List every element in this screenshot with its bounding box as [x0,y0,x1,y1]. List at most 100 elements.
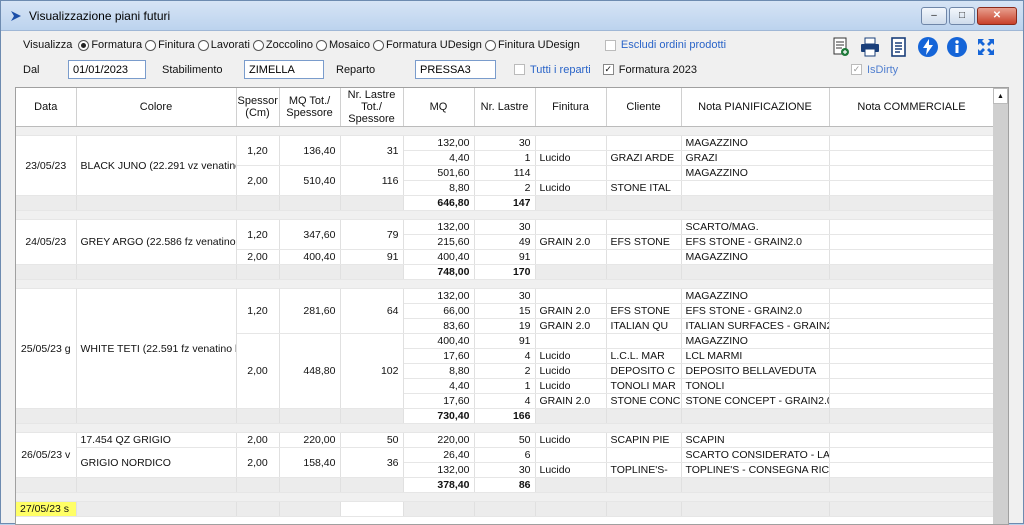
radio-dot[interactable] [145,39,157,51]
nr-tot-cell[interactable]: 91 [340,249,404,265]
mq-cell[interactable]: 4,40 [403,150,475,166]
mq-cell[interactable]: 17,60 [403,348,475,364]
grid-cell[interactable] [474,501,536,517]
finitura-cell[interactable] [535,333,607,349]
nr-lastre-cell[interactable]: 30 [474,288,536,304]
nr-tot-cell[interactable]: 36 [340,447,404,478]
nota-pianificazione-cell[interactable] [681,180,830,196]
date-cell[interactable]: 24/05/23 [16,219,77,265]
mq-tot-cell[interactable]: 400,40 [279,249,341,265]
radio-option-5[interactable]: Formatura UDesign [372,39,482,51]
finitura-cell[interactable] [535,135,607,151]
cliente-cell[interactable]: STONE CONC [606,393,682,409]
mq-cell[interactable]: 26,40 [403,447,475,463]
nota-pianificazione-cell[interactable]: GRAZI [681,150,830,166]
column-header[interactable]: Data [16,88,77,127]
column-header[interactable]: Nr. Lastre [474,88,536,127]
close-button[interactable]: ✕ [977,6,1017,25]
finitura-cell[interactable]: Lucido [535,462,607,478]
nota-commerciale-cell[interactable] [829,447,995,463]
mq-cell[interactable]: 400,40 [403,249,475,265]
finitura-cell[interactable]: GRAIN 2.0 [535,234,607,250]
mq-tot-cell[interactable]: 510,40 [279,165,341,196]
radio-dot[interactable] [197,39,209,51]
nota-commerciale-cell[interactable] [829,219,995,235]
nr-lastre-cell[interactable]: 91 [474,249,536,265]
nr-lastre-cell[interactable]: 2 [474,363,536,379]
mq-tot-cell[interactable]: 220,00 [279,432,341,448]
radio-option-1[interactable]: Finitura [145,39,195,51]
mq-cell[interactable]: 132,00 [403,135,475,151]
mq-tot-cell[interactable]: 158,40 [279,447,341,478]
table-row[interactable]: 27/05/23 s [16,501,995,517]
radio-option-2[interactable]: Lavorati [197,39,250,51]
nr-lastre-cell[interactable]: 4 [474,393,536,409]
finitura-cell[interactable] [535,288,607,304]
mq-tot-cell[interactable]: 347,60 [279,219,341,250]
nota-pianificazione-cell[interactable]: ITALIAN SURFACES - GRAIN2.0 [681,318,830,334]
column-header[interactable]: MQ [403,88,475,127]
column-header[interactable]: MQ Tot./ Spessore [279,88,341,127]
nr-tot-cell[interactable]: 102 [340,333,404,409]
isdirty-checkbox[interactable]: ✓ [851,64,862,75]
stabilimento-input[interactable] [244,60,324,79]
cliente-cell[interactable] [606,219,682,235]
nota-pianificazione-cell[interactable]: STONE CONCEPT - GRAIN2.0 [681,393,830,409]
finitura-cell[interactable] [535,447,607,463]
formatura-2023-checkbox[interactable]: ✓ [602,64,614,75]
radio-option-0[interactable]: Formatura [78,39,142,51]
nota-pianificazione-cell[interactable]: MAGAZZINO [681,135,830,151]
cliente-cell[interactable]: STONE ITAL [606,180,682,196]
grid-cell[interactable] [403,501,475,517]
cliente-cell[interactable]: DEPOSITO C [606,363,682,379]
radio-dot[interactable] [484,39,496,51]
finitura-cell[interactable]: Lucido [535,150,607,166]
plan-grid[interactable]: Data Colore Spessor (Cm) MQ Tot./ Spessore N… [15,87,1009,525]
nota-commerciale-cell[interactable] [829,150,995,166]
nota-commerciale-cell[interactable] [829,348,995,364]
nr-lastre-cell[interactable]: 1 [474,378,536,394]
nota-pianificazione-cell[interactable]: LCL MARMI [681,348,830,364]
nr-lastre-cell[interactable]: 50 [474,432,536,448]
mq-cell[interactable]: 83,60 [403,318,475,334]
nota-commerciale-cell[interactable] [829,180,995,196]
spessore-cell[interactable]: 2,00 [236,165,280,196]
nr-tot-cell[interactable]: 50 [340,432,404,448]
date-cell[interactable]: 25/05/23 g [16,288,77,409]
radio-dot[interactable] [78,39,90,51]
nr-lastre-cell[interactable]: 30 [474,219,536,235]
dal-date-input[interactable] [68,60,146,79]
expand-icon[interactable] [975,36,997,58]
nr-lastre-cell[interactable]: 30 [474,135,536,151]
vertical-scrollbar[interactable]: ▲ [993,88,1008,524]
grid-cell[interactable] [681,501,830,517]
nota-pianificazione-cell[interactable]: MAGAZZINO [681,333,830,349]
colore-cell[interactable]: WHITE TETI (22.591 fz venatino bi [76,288,237,409]
column-header[interactable]: Spessor (Cm) [236,88,280,127]
mq-cell[interactable]: 132,00 [403,219,475,235]
table-row[interactable]: 23/05/23 BLACK JUNO (22.291 vz venatino 1,… [16,135,995,196]
maximize-button[interactable]: □ [949,6,975,25]
excel-export-icon[interactable] [830,36,852,58]
spessore-cell[interactable]: 2,00 [236,432,280,448]
radio-option-4[interactable]: Mosaico [315,39,370,51]
mq-cell[interactable]: 132,00 [403,288,475,304]
nota-pianificazione-cell[interactable]: TONOLI [681,378,830,394]
nota-commerciale-cell[interactable] [829,318,995,334]
nota-commerciale-cell[interactable] [829,363,995,379]
cliente-cell[interactable] [606,288,682,304]
spessore-cell[interactable]: 2,00 [236,249,280,265]
finitura-cell[interactable]: Lucido [535,180,607,196]
nota-commerciale-cell[interactable] [829,234,995,250]
spessore-cell[interactable]: 1,20 [236,135,280,166]
reparto-input[interactable] [415,60,496,79]
table-row[interactable]: GRIGIO NORDICO 2,00 158,40 36 26,40 6 SCARTO C… [16,447,995,478]
nr-tot-cell[interactable]: 79 [340,219,404,250]
colore-cell[interactable]: 17.454 QZ GRIGIO [76,432,237,448]
mq-cell[interactable]: 132,00 [403,462,475,478]
nr-tot-cell[interactable]: 116 [340,165,404,196]
radio-dot[interactable] [252,39,264,51]
column-header[interactable]: Nota PIANIFICAZIONE [681,88,830,127]
radio-option-6[interactable]: Finitura UDesign [484,39,580,51]
grid-cell[interactable] [340,501,404,517]
